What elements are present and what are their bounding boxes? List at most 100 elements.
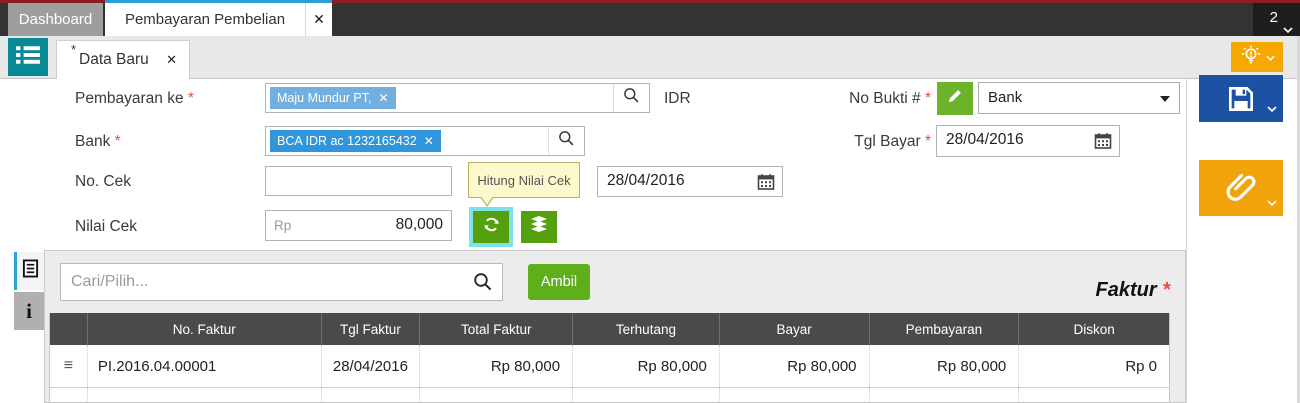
refresh-icon: [482, 215, 501, 239]
table-row[interactable]: ≡ PI.2016.04.00001 28/04/2016 Rp 80,000 …: [50, 345, 1169, 388]
cell-pembayaran[interactable]: Rp 80,000: [870, 345, 1020, 387]
tgl-bayar-date-input[interactable]: 28/04/2016: [936, 125, 1120, 157]
column-header: Tgl Faktur: [322, 313, 421, 345]
bank-input[interactable]: BCA IDR ac 1232165432 ✕: [265, 126, 585, 156]
column-header: Diskon: [1019, 313, 1169, 345]
faktur-search-input[interactable]: [71, 264, 451, 300]
notification-count: 2: [1270, 9, 1278, 26]
remove-tag-icon[interactable]: ✕: [378, 91, 388, 105]
tgl-bayar-label: Tgl Bayar *: [825, 133, 931, 151]
column-header: Pembayaran: [870, 313, 1020, 345]
search-icon: [558, 130, 575, 152]
calendar-icon[interactable]: [757, 173, 775, 196]
document-tab-strip: [0, 36, 1300, 79]
column-header: No. Faktur: [88, 313, 322, 345]
tab-data-baru[interactable]: * Data Baru ✕: [56, 40, 190, 79]
chevron-down-icon: [1267, 193, 1277, 211]
tab-pembayaran-pembelian-label: Pembayaran Pembelian: [125, 11, 285, 28]
nilai-cek-input[interactable]: Rp 80,000: [265, 210, 452, 241]
chevron-down-icon: [1267, 99, 1277, 117]
tab-data-baru-label: Data Baru: [79, 51, 149, 69]
search-icon: [623, 87, 640, 109]
tooltip-text: Hitung Nilai Cek: [477, 173, 570, 188]
bank-lookup-button[interactable]: [548, 127, 584, 155]
currency-code: IDR: [664, 90, 691, 108]
vertical-divider: [1186, 79, 1187, 403]
side-tab-info[interactable]: i: [14, 292, 44, 330]
column-header-handle: [50, 313, 88, 345]
tab-dashboard-label: Dashboard: [19, 11, 92, 28]
no-cek-input[interactable]: [265, 166, 452, 196]
layers-icon: [530, 216, 548, 238]
table-header-row: No. Faktur Tgl Faktur Total Faktur Terhu…: [50, 313, 1169, 345]
required-marker: *: [1162, 279, 1170, 301]
bank-label: Bank *: [75, 133, 121, 151]
vendor-tag-label: Maju Mundur PT,: [277, 91, 371, 105]
tab-close-button[interactable]: ✕: [305, 3, 332, 36]
required-marker: *: [188, 90, 194, 107]
faktur-table: No. Faktur Tgl Faktur Total Faktur Terhu…: [49, 313, 1170, 403]
tgl-bayar-value: 28/04/2016: [946, 131, 1024, 149]
cek-date-value: 28/04/2016: [607, 172, 685, 190]
chevron-down-icon: [1266, 48, 1275, 66]
attachment-button[interactable]: [1199, 160, 1283, 216]
required-marker: *: [925, 133, 931, 150]
menu-list-button[interactable]: [8, 38, 48, 76]
save-button[interactable]: [1199, 75, 1283, 122]
table-empty-row: [50, 388, 1169, 402]
tab-pembayaran-pembelian[interactable]: Pembayaran Pembelian: [105, 3, 305, 36]
cell-terhutang[interactable]: Rp 80,000: [573, 345, 720, 387]
hitung-nilai-cek-button[interactable]: [473, 211, 509, 243]
lightbulb-icon: [1239, 44, 1263, 71]
bank-tag[interactable]: BCA IDR ac 1232165432 ✕: [270, 130, 441, 152]
required-marker: *: [115, 133, 121, 150]
tooltip-hitung-nilai-cek: Hitung Nilai Cek: [468, 162, 580, 198]
vendor-lookup-button[interactable]: [613, 84, 649, 112]
caret-down-icon: [1160, 96, 1170, 102]
cell-no-faktur[interactable]: PI.2016.04.00001: [88, 345, 322, 387]
pencil-icon: [946, 87, 964, 110]
column-header: Total Faktur: [420, 313, 573, 345]
faktur-search-box: [60, 263, 503, 301]
nilai-cek-value: 80,000: [396, 216, 443, 234]
row-drag-handle-icon[interactable]: ≡: [50, 345, 88, 387]
pembayaran-ke-input[interactable]: Maju Mundur PT, ✕: [265, 83, 650, 113]
no-bukti-label: No Bukti # *: [825, 90, 931, 108]
required-marker: *: [925, 90, 931, 107]
remove-tag-icon[interactable]: ✕: [424, 134, 434, 148]
close-icon: ✕: [313, 11, 325, 28]
notification-menu[interactable]: 2: [1253, 3, 1300, 36]
search-icon[interactable]: [473, 272, 493, 297]
hints-button[interactable]: [1231, 42, 1283, 72]
vendor-tag[interactable]: Maju Mundur PT, ✕: [270, 87, 396, 109]
calendar-icon[interactable]: [1094, 132, 1112, 155]
panel-title: Faktur *: [960, 279, 1170, 302]
ambil-button-label: Ambil: [541, 274, 577, 290]
cell-tgl-faktur[interactable]: 28/04/2016: [322, 345, 421, 387]
nilai-cek-label: Nilai Cek: [75, 218, 137, 236]
no-cek-label: No. Cek: [75, 173, 131, 191]
cek-date-input[interactable]: 28/04/2016: [597, 166, 783, 197]
column-header: Bayar: [720, 313, 870, 345]
tab-dashboard[interactable]: Dashboard: [8, 3, 103, 36]
cell-bayar[interactable]: Rp 80,000: [720, 345, 870, 387]
no-bukti-type-value: Bank: [988, 89, 1022, 106]
cell-total-faktur[interactable]: Rp 80,000: [420, 345, 573, 387]
purchase-payment-screen: Dashboard Pembayaran Pembelian ✕ 2: [0, 0, 1300, 403]
side-tab-detail[interactable]: [14, 252, 44, 290]
close-icon[interactable]: ✕: [166, 52, 177, 68]
currency-prefix: Rp: [274, 218, 291, 233]
no-bukti-type-select[interactable]: Bank: [978, 82, 1180, 114]
cell-diskon[interactable]: Rp 0: [1019, 345, 1169, 387]
edit-no-bukti-button[interactable]: [937, 82, 973, 115]
browser-tab-bar: Dashboard Pembayaran Pembelian ✕ 2: [0, 0, 1300, 36]
ambil-button[interactable]: Ambil: [528, 264, 590, 300]
unsaved-marker: *: [71, 42, 76, 57]
list-icon: [16, 45, 40, 70]
document-icon: [22, 259, 39, 283]
info-icon: i: [26, 299, 32, 324]
pembayaran-ke-label: Pembayaran ke *: [75, 90, 194, 108]
column-header: Terhutang: [573, 313, 720, 345]
stack-layers-button[interactable]: [521, 211, 557, 243]
bank-tag-label: BCA IDR ac 1232165432: [277, 134, 417, 148]
